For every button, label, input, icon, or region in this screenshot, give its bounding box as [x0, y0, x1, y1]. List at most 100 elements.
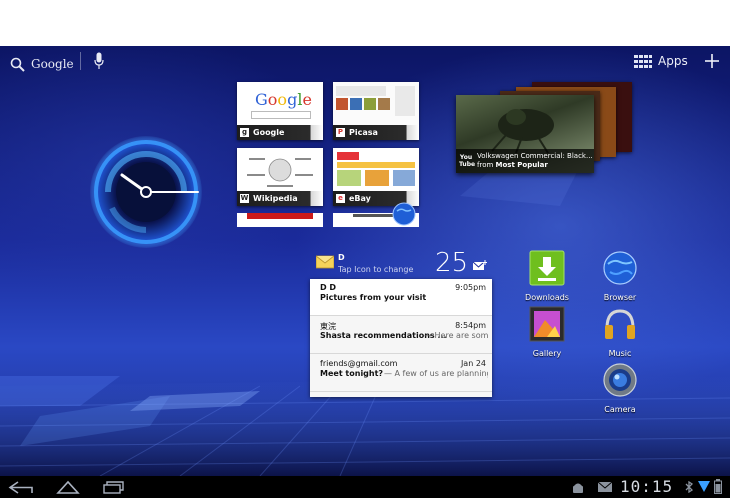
video-source: Most Popular — [495, 161, 548, 169]
camera-shortcut[interactable]: Camera — [590, 362, 650, 414]
app-label: Gallery — [532, 349, 562, 358]
thumb-photo — [336, 98, 348, 110]
thumb-block — [337, 162, 415, 168]
mail-time: 9:05pm — [455, 283, 486, 292]
mail-time: Jan 24 — [460, 359, 486, 368]
gmail-widget-header[interactable]: D Tap Icon to change 25 — [313, 248, 493, 282]
bookmark-google[interactable]: Google g Google — [237, 82, 323, 140]
bookmark-thumbnail — [237, 148, 323, 191]
battery-icon — [714, 479, 722, 494]
app-label: Downloads — [525, 293, 569, 302]
bookmark-thumbnail — [333, 148, 419, 191]
wifi-icon — [698, 481, 710, 492]
video-title: Volkswagen Commercial: Black... — [477, 152, 593, 160]
gallery-icon — [529, 306, 565, 342]
video-from-label: from — [477, 161, 494, 169]
search-label: Google — [31, 57, 74, 71]
gallery-shortcut[interactable]: Gallery — [517, 306, 577, 358]
compose-mail-icon[interactable] — [473, 260, 487, 272]
youtube-caption: You Tube Volkswagen Commercial: Black...… — [456, 149, 594, 173]
bookmark-name: Google — [253, 128, 285, 137]
mail-item[interactable]: 東浣 8:54pm Shasta recommendations ... — H… — [310, 317, 492, 354]
gmail-message-list[interactable]: D D 9:05pm Pictures from your visit 東浣 8… — [310, 279, 492, 397]
bookmark-caption: g Google — [237, 125, 323, 140]
thumb-block — [336, 86, 386, 96]
mail-time: 8:54pm — [455, 321, 486, 330]
app-label: Camera — [604, 405, 636, 414]
browser-shortcut[interactable]: Browser — [590, 250, 650, 302]
google-logo: Google — [255, 90, 312, 109]
bookmark-thumbnail — [333, 82, 419, 125]
thumb-block — [393, 170, 415, 186]
bookmark-thumbnail: Google — [237, 82, 323, 125]
browser-globe-icon — [392, 202, 416, 226]
bookmark-name: Picasa — [349, 128, 378, 137]
mail-subject: Meet tonight? — [320, 369, 384, 378]
search-icon — [10, 57, 25, 72]
unread-count: 25 — [435, 248, 469, 278]
thumb-photo — [350, 98, 362, 110]
bookmark-ebay[interactable]: e eBay — [333, 148, 419, 206]
status-clock[interactable]: 10:15 — [620, 477, 673, 496]
apps-label: Apps — [658, 54, 688, 68]
app-label: Browser — [603, 293, 637, 302]
video-thumbnail — [491, 109, 554, 154]
app-label: Music — [608, 349, 632, 358]
thumb-block — [395, 86, 415, 116]
youtube-video-card[interactable]: You Tube Volkswagen Commercial: Black...… — [456, 95, 594, 173]
youtube-logo-text: You Tube — [459, 154, 476, 168]
mail-sender: D D — [320, 283, 337, 292]
mail-item[interactable]: friends@gmail.com Jan 24 Meet tonight? —… — [310, 355, 492, 392]
wikipedia-globe-icon — [247, 158, 313, 187]
bookmark-wikipedia[interactable]: W Wikipedia — [237, 148, 323, 206]
home-screen: Google Apps Google g Google P Picasa W W… — [0, 46, 730, 476]
thumb-block — [365, 170, 389, 186]
thumb-block — [247, 213, 313, 219]
mail-snippet: — Here are some places that I think we s… — [424, 331, 488, 340]
thumb-photo — [364, 98, 376, 110]
google-favicon-icon: g — [240, 128, 249, 137]
mail-subject: Pictures from your visit — [320, 293, 427, 302]
search-box-preview — [251, 111, 311, 119]
apps-grid-icon — [634, 54, 652, 68]
gmail-hint-text: Tap Icon to change — [338, 265, 414, 274]
system-bar: 10:15 — [0, 476, 730, 498]
music-headphones-icon — [605, 309, 635, 339]
add-icon[interactable] — [705, 54, 719, 68]
downloads-icon — [529, 250, 565, 286]
youtube-logo-icon: You Tube — [459, 154, 476, 168]
android-debug-icon — [573, 483, 583, 493]
mail-item[interactable]: D D 9:05pm Pictures from your visit — [310, 279, 492, 316]
account-envelope-icon[interactable] — [316, 253, 334, 269]
browser-icon — [603, 251, 637, 285]
gmail-account-label: D — [338, 253, 345, 262]
thumb-block — [337, 170, 361, 186]
wikipedia-favicon-icon: W — [240, 194, 249, 203]
divider — [80, 52, 81, 70]
music-shortcut[interactable]: Music — [590, 306, 650, 358]
downloads-shortcut[interactable]: Downloads — [517, 250, 577, 302]
picasa-favicon-icon: P — [336, 128, 345, 137]
thumb-photo — [378, 98, 390, 110]
bookmark-name: eBay — [349, 194, 371, 203]
analog-clock-widget[interactable] — [88, 134, 204, 250]
back-icon[interactable] — [8, 481, 34, 494]
google-search-bar[interactable]: Google — [10, 54, 74, 74]
video-info: Volkswagen Commercial: Black... from Mos… — [477, 152, 593, 170]
bookmark-caption: W Wikipedia — [237, 191, 323, 206]
bookmark-caption: P Picasa — [333, 125, 419, 140]
camera-lens-icon — [603, 363, 637, 397]
mail-snippet: — A few of us are planning to meet tonig… — [384, 369, 488, 378]
bookmark-picasa[interactable]: P Picasa — [333, 82, 419, 140]
bookmark-name: Wikipedia — [253, 194, 298, 203]
bluetooth-icon — [685, 481, 694, 493]
apps-button[interactable]: Apps — [634, 54, 688, 68]
home-icon[interactable] — [56, 480, 80, 494]
mail-sender: friends@gmail.com — [320, 359, 398, 368]
bookmark-partial[interactable] — [237, 213, 323, 227]
microphone-icon[interactable] — [94, 52, 104, 70]
gmail-notification-icon — [598, 482, 612, 492]
thumb-block — [337, 152, 359, 160]
ebay-favicon-icon: e — [336, 194, 345, 203]
recent-apps-icon[interactable] — [102, 481, 124, 494]
